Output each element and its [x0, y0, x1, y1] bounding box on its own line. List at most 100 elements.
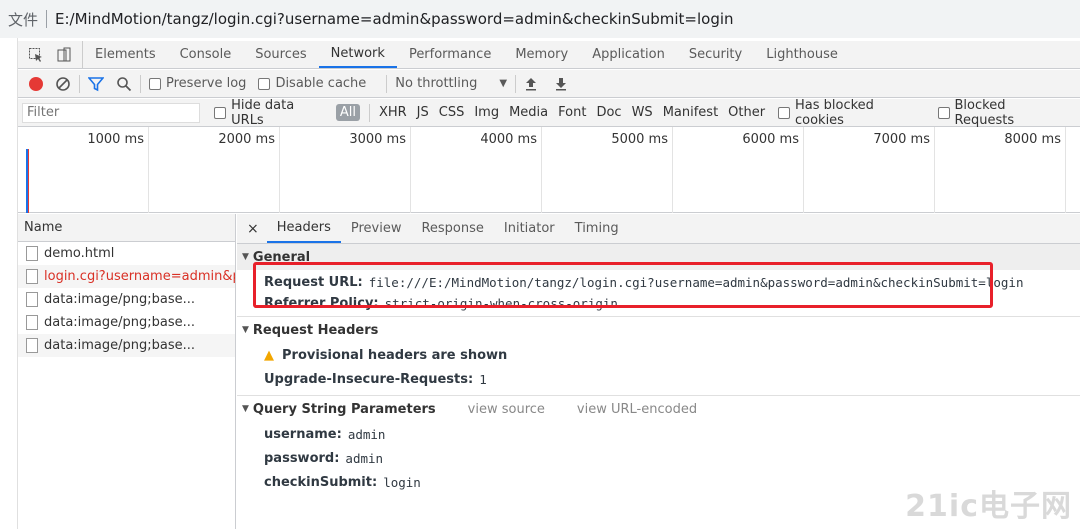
checkbox-box[interactable] [937, 106, 950, 119]
hide-data-urls-label: Hide data URLs [231, 97, 295, 128]
request-name: login.cgi?username=admin&p... [44, 269, 235, 284]
timeline-tick-label: 5000 ms [611, 132, 668, 147]
query-param-value: admin [345, 450, 384, 466]
address-bar[interactable]: 文件 E:/MindMotion/tangz/login.cgi?usernam… [0, 0, 1080, 38]
request-row[interactable]: data:image/png;base... [18, 311, 235, 334]
filter-type-xhr[interactable]: XHR [379, 105, 407, 120]
tab-response[interactable]: Response [411, 214, 493, 243]
inspect-element-icon[interactable] [28, 47, 44, 63]
filter-type-manifest[interactable]: Manifest [663, 105, 718, 120]
tab-initiator[interactable]: Initiator [494, 214, 565, 243]
chevron-down-icon[interactable]: ▼ [499, 78, 507, 89]
timeline-overview[interactable]: 1000 ms 2000 ms 3000 ms 4000 ms 5000 ms … [18, 127, 1080, 213]
request-headers-section-header[interactable]: ▼ Request Headers [237, 317, 1080, 343]
request-list: Name demo.html login.cgi?username=admin&… [18, 214, 236, 529]
filter-type-css[interactable]: CSS [439, 105, 465, 120]
address-divider [46, 10, 48, 28]
watermark-logo: 21ic电子网 [905, 489, 1072, 524]
tab-preview[interactable]: Preview [341, 214, 412, 243]
tab-performance[interactable]: Performance [397, 41, 503, 68]
timeline-tick: 7000 ms [804, 127, 935, 213]
preserve-log-label: Preserve log [166, 76, 247, 91]
filter-type-img[interactable]: Img [474, 105, 499, 120]
timeline-tick: 4000 ms [411, 127, 542, 213]
document-icon [26, 269, 38, 284]
has-blocked-cookies-checkbox[interactable]: Has blocked cookies [778, 98, 926, 128]
timeline-tick: 6000 ms [673, 127, 804, 213]
filter-input[interactable] [22, 102, 201, 123]
view-source-link[interactable]: view source [468, 402, 545, 417]
view-url-encoded-link[interactable]: view URL-encoded [577, 402, 697, 417]
preserve-log-checkbox[interactable]: Preserve log [149, 76, 246, 91]
provisional-warning-row: ▲ Provisional headers are shown [237, 343, 1080, 367]
tab-memory[interactable]: Memory [503, 41, 580, 68]
checkbox-box[interactable] [778, 106, 790, 119]
checkbox-box[interactable] [214, 106, 227, 119]
export-har-icon[interactable] [554, 77, 568, 91]
tab-elements[interactable]: Elements [83, 41, 168, 68]
document-icon [26, 246, 38, 261]
tab-sources[interactable]: Sources [243, 41, 318, 68]
filter-type-other[interactable]: Other [728, 105, 765, 120]
request-row[interactable]: demo.html [18, 242, 235, 265]
document-icon [26, 315, 38, 330]
timeline-tick-label: 1000 ms [87, 132, 144, 147]
timeline-tick-label: 6000 ms [742, 132, 799, 147]
hide-data-urls-checkbox[interactable]: Hide data URLs [214, 98, 330, 128]
document-icon [26, 292, 38, 307]
search-icon[interactable] [116, 76, 132, 92]
request-row[interactable]: data:image/png;base... [18, 288, 235, 311]
request-row[interactable]: data:image/png;base... [18, 334, 235, 357]
request-url-key: Request URL: [264, 274, 363, 290]
tab-application[interactable]: Application [580, 41, 677, 68]
query-param-key: checkinSubmit: [264, 474, 378, 490]
filter-type-all[interactable]: All [335, 104, 360, 121]
query-param-value: admin [347, 426, 386, 442]
filter-type-font[interactable]: Font [558, 105, 586, 120]
filter-type-media[interactable]: Media [509, 105, 548, 120]
checkbox-box[interactable] [258, 77, 271, 90]
file-scheme-label: 文件 [8, 10, 39, 29]
request-row[interactable]: login.cgi?username=admin&p... [18, 265, 235, 288]
request-name: data:image/png;base... [44, 292, 196, 307]
throttling-select[interactable]: No throttling [395, 76, 477, 91]
close-icon[interactable]: × [237, 214, 267, 243]
request-list-header[interactable]: Name [18, 214, 235, 242]
referrer-policy-value: strict-origin-when-cross-origin [384, 295, 618, 311]
query-param-row: username: admin [237, 422, 1080, 446]
record-icon[interactable] [29, 76, 43, 91]
timeline-tick-label: 4000 ms [480, 132, 537, 147]
import-har-icon[interactable] [524, 77, 538, 91]
tab-network[interactable]: Network [318, 41, 397, 68]
tab-headers[interactable]: Headers [266, 214, 341, 243]
filter-type-js[interactable]: JS [417, 105, 429, 120]
referrer-policy-key: Referrer Policy: [264, 295, 379, 311]
disable-cache-checkbox[interactable]: Disable cache [258, 76, 366, 91]
network-toolbar: Preserve log Disable cache No throttling… [18, 70, 1080, 98]
request-url-row: Request URL: file:///E:/MindMotion/tangz/… [237, 270, 1080, 294]
toolbar-divider [515, 74, 517, 93]
query-string-section-header[interactable]: ▼ Query String Parameters view source view … [237, 396, 1080, 422]
tab-lighthouse[interactable]: Lighthouse [754, 41, 850, 68]
tab-security[interactable]: Security [677, 41, 754, 68]
filter-divider [368, 103, 370, 122]
tab-timing[interactable]: Timing [565, 214, 629, 243]
timeline-tick: 3000 ms [280, 127, 411, 213]
upgrade-insecure-value: 1 [479, 371, 487, 387]
address-url[interactable]: E:/MindMotion/tangz/login.cgi?username=a… [55, 10, 734, 28]
clear-icon[interactable] [55, 76, 71, 92]
disable-cache-label: Disable cache [275, 76, 367, 91]
device-toolbar-icon[interactable] [56, 47, 72, 63]
general-section-header[interactable]: ▼ General [237, 244, 1080, 270]
checkbox-box[interactable] [149, 77, 161, 90]
blocked-requests-checkbox[interactable]: Blocked Requests [937, 98, 1068, 128]
details-tabs: × Headers Preview Response Initiator Tim… [237, 214, 1080, 244]
filter-type-doc[interactable]: Doc [596, 105, 621, 120]
triangle-down-icon: ▼ [242, 252, 249, 262]
filter-icon[interactable] [88, 76, 104, 92]
timeline-tick: 1000 ms [18, 127, 149, 213]
request-name: data:image/png;base... [44, 338, 196, 353]
triangle-down-icon: ▼ [242, 325, 249, 335]
filter-type-ws[interactable]: WS [632, 105, 653, 120]
tab-console[interactable]: Console [168, 41, 244, 68]
